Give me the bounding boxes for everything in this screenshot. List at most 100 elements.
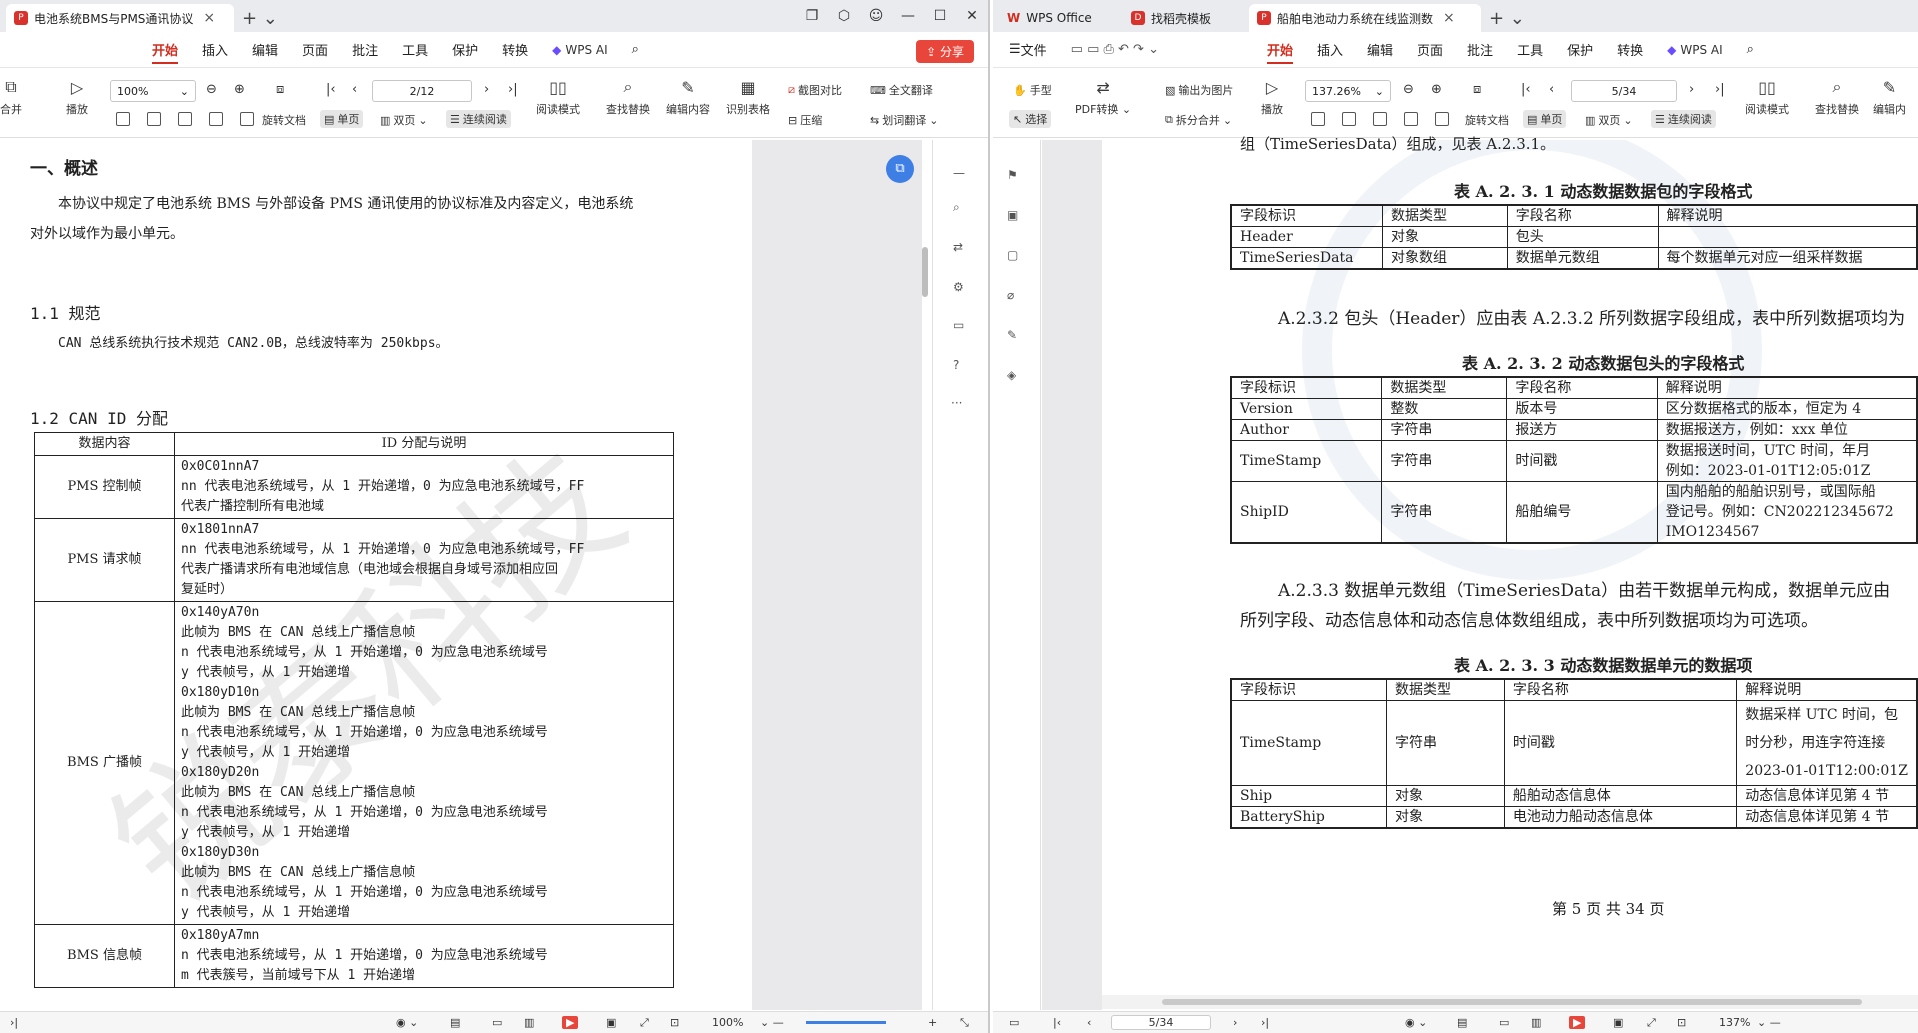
double-page-button[interactable]: ▥ 双页 ⌄ <box>380 112 428 128</box>
right-doc-tab[interactable]: P 船舶电池动力系统在线监测数 × <box>1249 4 1481 32</box>
bookmark-page-icon[interactable] <box>178 112 192 126</box>
single-page-button[interactable]: ▤ 单页 <box>320 110 364 128</box>
last-page-icon[interactable]: ›| <box>508 82 518 97</box>
hand-tool-button[interactable]: ✋ 手型 <box>1013 82 1052 98</box>
menu-protect[interactable]: 保护 <box>1555 32 1605 68</box>
single-page-button[interactable]: ▤ 单页 <box>1523 110 1567 128</box>
translate-panel-icon[interactable]: ⇄ <box>953 240 963 254</box>
template-tab[interactable]: D 找稻壳模板 <box>1123 4 1243 32</box>
first-page-icon[interactable]: |‹ <box>326 82 336 97</box>
rotate-doc-button[interactable]: 旋转文档 <box>262 112 306 128</box>
new-tab-button[interactable]: + ⌄ <box>1481 4 1533 32</box>
status-zoom[interactable]: 100% <box>712 1016 743 1029</box>
comment-icon[interactable]: ▢ <box>1007 248 1018 262</box>
menu-home[interactable]: 开始 <box>1255 32 1305 68</box>
menu-tools[interactable]: 工具 <box>1505 32 1555 68</box>
book-panel-icon[interactable]: ▭ <box>953 318 964 332</box>
page-input[interactable]: 2/12 <box>372 80 472 102</box>
maximize-icon[interactable]: ☐ <box>924 8 956 24</box>
rotate-left-icon[interactable] <box>209 112 223 126</box>
double-view-icon[interactable]: ▥ <box>524 1016 534 1029</box>
word-translate-button[interactable]: ⇆ 划词翻译 ⌄ <box>870 112 938 128</box>
prev-page-icon[interactable]: ‹ <box>352 82 357 97</box>
menu-comment[interactable]: 批注 <box>1455 32 1505 68</box>
pdf-convert-button[interactable]: ⇄ PDF转换 ⌄ <box>1075 76 1131 117</box>
last-page-icon[interactable]: ›| <box>1715 82 1725 97</box>
screenshot-compare-button[interactable]: ⧄ 截图对比 <box>788 82 842 98</box>
wps-home-tab[interactable]: W WPS Office <box>999 4 1117 32</box>
zoom-in-icon[interactable]: ⊕ <box>1431 82 1442 97</box>
status-page[interactable]: 5/34 <box>1111 1015 1211 1030</box>
rotate-right-icon[interactable] <box>1435 112 1449 126</box>
status-zoom[interactable]: 137% <box>1719 1016 1750 1029</box>
menu-page[interactable]: 页面 <box>1405 32 1455 68</box>
next-page-icon[interactable]: › <box>1689 82 1694 97</box>
wps-ai-button[interactable]: ◆ WPS AI <box>1655 32 1735 68</box>
play-button[interactable]: ▷ 播放 <box>1261 76 1283 117</box>
full-translate-button[interactable]: ⌨ 全文翻译 <box>870 82 933 98</box>
fit-width-icon[interactable] <box>116 112 130 126</box>
cube-icon[interactable]: ⬡ <box>828 8 860 24</box>
settings-panel-icon[interactable]: ⚙ <box>953 280 964 294</box>
recognize-table-button[interactable]: ▦ 识别表格 <box>726 76 770 117</box>
wps-ai-button[interactable]: ◆ WPS AI <box>540 32 620 68</box>
close-icon[interactable]: × <box>203 10 215 26</box>
fit-window-icon[interactable]: ⤢ <box>1647 1016 1656 1030</box>
single-view-icon[interactable]: ▤ <box>1457 1016 1467 1029</box>
next-page-icon[interactable]: › <box>484 82 489 97</box>
sidebar-toggle-icon[interactable]: ▭ <box>1009 1016 1019 1029</box>
menu-edit[interactable]: 编辑 <box>1355 32 1405 68</box>
bookmark-page-icon[interactable] <box>1373 112 1387 126</box>
single-view-icon[interactable]: ▤ <box>450 1016 460 1029</box>
find-replace-button[interactable]: ⌕ 查找替换 <box>606 76 650 117</box>
merge-button[interactable]: ⧉ 合并 <box>0 76 22 117</box>
menu-protect[interactable]: 保护 <box>440 32 490 68</box>
menu-insert[interactable]: 插入 <box>1305 32 1355 68</box>
vertical-scrollbar[interactable] <box>922 152 930 997</box>
menu-convert[interactable]: 转换 <box>490 32 540 68</box>
bookmark-icon[interactable]: ⚑ <box>1007 168 1018 182</box>
zoom-plus-icon[interactable]: + <box>928 1016 937 1029</box>
fullscreen-icon[interactable]: ⤡ <box>960 1016 969 1030</box>
find-replace-button[interactable]: ⌕ 查找替换 <box>1815 76 1859 117</box>
edit-content-button[interactable]: ✎ 编辑内 <box>1873 76 1906 117</box>
thumbnail-icon[interactable]: ▣ <box>1007 208 1018 222</box>
play-status-icon[interactable]: ▶ <box>562 1016 579 1029</box>
menu-page[interactable]: 页面 <box>290 32 340 68</box>
search-icon[interactable]: ⌕ <box>1735 32 1766 68</box>
play-button[interactable]: ▷ 播放 <box>66 76 88 117</box>
help-icon[interactable]: ? <box>953 358 959 372</box>
more-icon[interactable]: ··· <box>951 396 962 410</box>
first-page-icon[interactable]: |‹ <box>1053 1016 1061 1029</box>
first-page-icon[interactable]: |‹ <box>1521 82 1531 97</box>
page-view-icon[interactable]: ▭ <box>492 1016 502 1029</box>
ai-assistant-icon[interactable]: ⧉ <box>886 155 914 183</box>
zoom-select[interactable]: 137.26% ⌄ <box>1305 80 1391 102</box>
zoom-out-icon[interactable]: ⊖ <box>1403 82 1414 97</box>
rotate-left-icon[interactable] <box>1404 112 1418 126</box>
menu-comment[interactable]: 批注 <box>340 32 390 68</box>
play-status-icon[interactable]: ▶ <box>1569 1016 1586 1029</box>
zoom-in-icon[interactable]: ⊕ <box>234 82 245 97</box>
read-mode-button[interactable]: ▯▯ 阅读模式 <box>1745 76 1789 117</box>
menu-home[interactable]: 开始 <box>140 32 190 68</box>
file-menu[interactable]: ☰ 文件 <box>1003 32 1053 68</box>
fit-window-icon[interactable]: ⤢ <box>640 1016 649 1030</box>
fit-icon[interactable]: ⧈ <box>1473 82 1481 97</box>
horizontal-scrollbar[interactable] <box>1102 995 1918 1009</box>
restore-icon[interactable]: ❐ <box>796 8 828 24</box>
select-tool-button[interactable]: ↖ 选择 <box>1009 110 1052 128</box>
fit-page-icon[interactable]: ▣ <box>1613 1016 1623 1029</box>
rotate-doc-button[interactable]: 旋转文档 <box>1465 112 1509 128</box>
zoom-slider[interactable] <box>806 1021 886 1024</box>
page-view-icon[interactable]: ▭ <box>1499 1016 1509 1029</box>
last-page-icon[interactable]: ›| <box>1261 1016 1269 1029</box>
zoom-out-icon[interactable]: ⊖ <box>206 82 217 97</box>
prev-page-icon[interactable]: ‹ <box>1087 1016 1091 1029</box>
double-view-icon[interactable]: ▥ <box>1531 1016 1541 1029</box>
double-page-button[interactable]: ▥ 双页 ⌄ <box>1585 112 1633 128</box>
avatar-icon[interactable]: ☺ <box>860 8 892 24</box>
sign-icon[interactable]: ✎ <box>1007 328 1017 342</box>
edit-content-button[interactable]: ✎ 编辑内容 <box>666 76 710 117</box>
scroll-thumb[interactable] <box>922 247 928 297</box>
